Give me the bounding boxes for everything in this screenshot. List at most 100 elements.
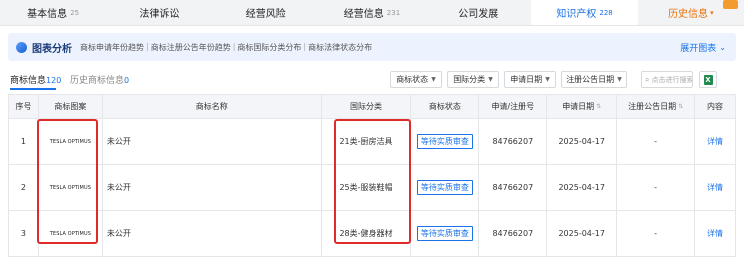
logo-text: TESLA OPTIMUS <box>49 138 92 145</box>
tab-basic-info[interactable]: 基本信息 25 <box>0 0 106 25</box>
status-cell: 等待实质审查 <box>411 211 480 257</box>
col-header-sortable[interactable]: 注册公告日期 ⇅ <box>617 95 696 119</box>
analysis-title: 图表分析 <box>32 43 72 55</box>
expand-charts-button[interactable]: 展开图表 ⌄ <box>680 41 726 54</box>
subtab-label: 商标信息 <box>10 76 47 86</box>
caret-down-icon: ▼ <box>617 76 622 83</box>
table-header: 序号 商标图案 商标名称 国际分类 商标状态 申请/注册号 申请日期 ⇅ 注册公告… <box>9 95 736 119</box>
trademark-table: 序号 商标图案 商标名称 国际分类 商标状态 申请/注册号 申请日期 ⇅ 注册公告… <box>8 94 736 257</box>
publish-date: - <box>617 165 696 211</box>
main-tabs: 基本信息 25 法律诉讼 经营风险 经营信息 231 公司发展 知识产权 228 历史… <box>0 0 744 26</box>
filter-label: 国际分类 <box>453 75 486 84</box>
publish-date: - <box>617 211 696 257</box>
detail-cell: 详情 <box>695 165 736 211</box>
subtab-filter-bar: 商标信息120 历史商标信息0 商标状态 ▼ 国际分类 ▼ 申请日期 ▼ 注册公告日期… <box>0 68 744 92</box>
filter-status-dropdown[interactable]: 商标状态 ▼ <box>390 71 442 88</box>
filter-class-dropdown[interactable]: 国际分类 ▼ <box>447 71 499 88</box>
logo-text: TESLA OPTIMUS <box>49 230 92 237</box>
col-header: 国际分类 <box>321 95 412 119</box>
status-cell: 等待实质审查 <box>411 165 480 211</box>
trademark-name: 未公开 <box>102 211 322 257</box>
expand-label: 展开图表 <box>680 43 717 54</box>
chevron-down-icon: ▾ <box>710 8 714 17</box>
col-header: 商标名称 <box>102 95 322 119</box>
vip-badge-icon <box>722 0 738 9</box>
col-header: 商标状态 <box>411 95 480 119</box>
table-row: 2 TESLA OPTIMUS 未公开 25类-服装鞋帽 等待实质审查 8476… <box>9 165 736 211</box>
detail-link[interactable]: 详情 <box>707 136 723 147</box>
search-placeholder: 点击进行搜索 <box>651 75 693 84</box>
subtab-count: 120 <box>46 76 62 85</box>
sort-icon[interactable]: ⇅ <box>678 103 683 110</box>
trademark-class: 21类-厨房洁具 <box>321 119 412 165</box>
logo-text: TESLA OPTIMUS <box>49 184 92 191</box>
subtab-history-trademark[interactable]: 历史商标信息0 <box>70 73 129 86</box>
status-badge: 等待实质审查 <box>416 180 473 195</box>
trademark-logo[interactable]: TESLA OPTIMUS <box>38 165 103 211</box>
tab-history[interactable]: 历史信息 ▾ <box>638 0 744 25</box>
apply-date: 2025-04-17 <box>547 119 618 165</box>
caret-down-icon: ▼ <box>545 76 550 83</box>
registration-number: 84766207 <box>479 211 548 257</box>
trademark-class: 28类-健身器材 <box>321 211 412 257</box>
tab-label: 知识产权 <box>556 9 597 20</box>
tab-ip[interactable]: 知识产权 228 <box>531 0 638 25</box>
tab-development[interactable]: 公司发展 <box>425 0 531 25</box>
tab-risk[interactable]: 经营风险 <box>213 0 319 25</box>
trademark-name: 未公开 <box>102 119 322 165</box>
excel-icon: X <box>703 74 713 85</box>
row-number: 3 <box>9 211 39 257</box>
row-number: 2 <box>9 165 39 211</box>
analysis-link[interactable]: 商标法律状态分布 <box>308 42 372 53</box>
chevron-down-icon: ⌄ <box>719 42 726 52</box>
detail-link[interactable]: 详情 <box>707 182 723 193</box>
subtab-label: 历史商标信息 <box>70 76 125 86</box>
active-subtab-indicator <box>10 88 56 90</box>
publish-date: - <box>617 119 696 165</box>
col-header-sortable[interactable]: 申请日期 ⇅ <box>547 95 618 119</box>
subtab-trademark-info[interactable]: 商标信息120 <box>10 73 61 86</box>
filter-pub-date-dropdown[interactable]: 注册公告日期 ▼ <box>561 71 627 88</box>
col-header-label: 申请日期 <box>562 102 595 111</box>
tab-legal[interactable]: 法律诉讼 <box>106 0 212 25</box>
detail-cell: 详情 <box>695 119 736 165</box>
row-number: 1 <box>9 119 39 165</box>
separator: | <box>232 41 236 51</box>
col-header-label: 注册公告日期 <box>628 102 677 111</box>
chart-analysis-bar: 图表分析 商标申请年份趋势 | 商标注册公告年份趋势 | 商标国际分类分布 | 商标法… <box>8 33 736 61</box>
search-icon: ⌕ <box>645 74 650 84</box>
sort-icon[interactable]: ⇅ <box>596 103 601 110</box>
table-row: 3 TESLA OPTIMUS 未公开 28类-健身器材 等待实质审查 8476… <box>9 211 736 257</box>
search-input[interactable]: ⌕ 点击进行搜索 <box>641 71 693 88</box>
filter-apply-date-dropdown[interactable]: 申请日期 ▼ <box>504 71 556 88</box>
registration-number: 84766207 <box>479 119 548 165</box>
export-excel-button[interactable]: X <box>699 71 717 88</box>
analysis-link[interactable]: 商标注册公告年份趋势 <box>151 42 231 53</box>
trademark-logo[interactable]: TESLA OPTIMUS <box>38 119 103 165</box>
analysis-link[interactable]: 商标申请年份趋势 <box>80 42 144 53</box>
apply-date: 2025-04-17 <box>547 165 618 211</box>
status-badge: 等待实质审查 <box>416 226 473 241</box>
tab-operation[interactable]: 经营信息 231 <box>319 0 425 25</box>
filter-label: 申请日期 <box>510 75 543 84</box>
tab-label: 公司发展 <box>458 9 499 20</box>
registration-number: 84766207 <box>479 165 548 211</box>
status-cell: 等待实质审查 <box>411 119 480 165</box>
col-header: 内容 <box>695 95 736 119</box>
analysis-links: 商标申请年份趋势 | 商标注册公告年份趋势 | 商标国际分类分布 | 商标法律状态分布 <box>80 42 372 53</box>
filter-label: 注册公告日期 <box>566 75 615 84</box>
tab-label: 法律诉讼 <box>139 9 180 20</box>
detail-link[interactable]: 详情 <box>707 228 723 239</box>
subtab-count: 0 <box>124 76 130 85</box>
apply-date: 2025-04-17 <box>547 211 618 257</box>
col-header: 申请/注册号 <box>479 95 548 119</box>
chart-icon <box>16 41 27 53</box>
tab-label: 历史信息 <box>668 9 709 20</box>
status-badge: 等待实质审查 <box>416 134 473 149</box>
trademark-logo[interactable]: TESLA OPTIMUS <box>38 211 103 257</box>
tab-count: 25 <box>70 8 80 17</box>
tab-count: 228 <box>599 8 613 17</box>
col-header: 序号 <box>9 95 39 119</box>
table-row: 1 TESLA OPTIMUS 未公开 21类-厨房洁具 等待实质审查 8476… <box>9 119 736 165</box>
analysis-link[interactable]: 商标国际分类分布 <box>237 42 301 53</box>
